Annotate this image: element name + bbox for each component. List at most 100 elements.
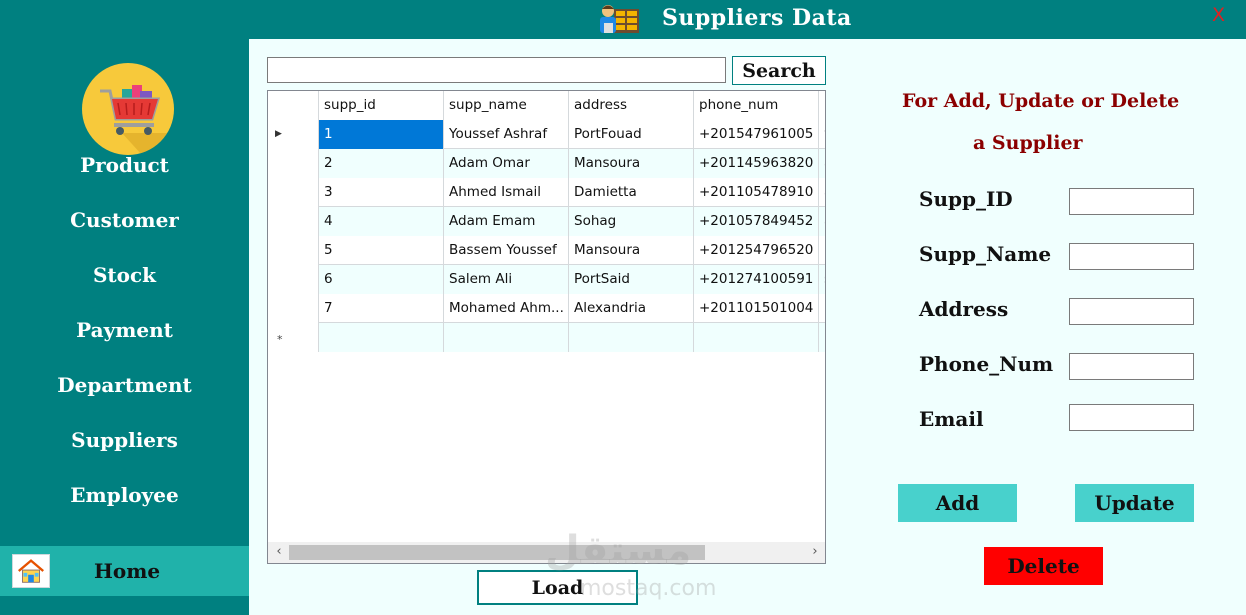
new-row-cell[interactable] — [819, 323, 825, 352]
watermark-arabic: مستقل — [545, 528, 692, 574]
supplier-icon — [600, 5, 639, 33]
grid-header-row: supp_id supp_name address phone_num — [268, 91, 825, 120]
supp-name-field[interactable] — [1069, 243, 1194, 270]
table-cell-phone-num[interactable]: +201547961005 — [694, 120, 819, 149]
table-cell-address[interactable]: Mansoura — [569, 149, 694, 178]
table-cell-supp-name[interactable]: Bassem Youssef — [444, 236, 569, 265]
add-button[interactable]: Add — [898, 484, 1017, 522]
table-cell-phone-num[interactable]: +201105478910 — [694, 178, 819, 207]
row-header[interactable] — [268, 149, 319, 178]
search-input[interactable] — [267, 57, 726, 83]
new-row-cell[interactable] — [694, 323, 819, 352]
row-header[interactable]: ▶ — [268, 120, 319, 149]
form-title-line2: a Supplier — [973, 132, 1083, 154]
table-cell-email-clip[interactable]: m — [819, 294, 825, 323]
new-row-cell[interactable] — [319, 323, 444, 352]
table-cell-supp-id[interactable]: 6 — [319, 265, 444, 294]
table-cell-phone-num[interactable]: +201274100591 — [694, 265, 819, 294]
table-cell-supp-id[interactable]: 5 — [319, 236, 444, 265]
table-cell-phone-num[interactable]: +201101501004 — [694, 294, 819, 323]
table-cell-email-clip[interactable]: a — [819, 178, 825, 207]
close-button[interactable]: X — [1212, 4, 1225, 26]
table-row[interactable]: 5Bassem YoussefMansoura+201254796520b — [268, 236, 825, 265]
table-cell-supp-name[interactable]: Adam Omar — [444, 149, 569, 178]
search-button[interactable]: Search — [732, 56, 826, 85]
suppliers-grid[interactable]: supp_id supp_name address phone_num ▶ 1 Yo… — [267, 90, 826, 564]
table-cell-email-clip[interactable]: a — [819, 149, 825, 178]
row-header[interactable] — [268, 178, 319, 207]
new-row-cell[interactable] — [569, 323, 694, 352]
nav-employee[interactable]: Employee — [0, 483, 249, 507]
column-header-phone-num[interactable]: phone_num — [694, 91, 819, 120]
delete-button[interactable]: Delete — [984, 547, 1103, 585]
supp-name-label: Supp_Name — [919, 242, 1052, 266]
table-cell-address[interactable]: Sohag — [569, 207, 694, 236]
update-button[interactable]: Update — [1075, 484, 1194, 522]
table-cell-phone-num[interactable]: +201145963820 — [694, 149, 819, 178]
form-title-line1: For Add, Update or Delete — [902, 90, 1180, 112]
column-header-supp-name[interactable]: supp_name — [444, 91, 569, 120]
table-cell-supp-id[interactable]: 3 — [319, 178, 444, 207]
table-cell-email-clip[interactable]: s — [819, 265, 825, 294]
table-cell-supp-id[interactable]: 7 — [319, 294, 444, 323]
table-row[interactable]: 2Adam OmarMansoura+201145963820a — [268, 149, 825, 178]
new-row-marker[interactable]: * — [268, 323, 319, 352]
nav-payment[interactable]: Payment — [0, 318, 249, 342]
table-cell-email-clip[interactable]: y — [819, 120, 825, 149]
supp-id-field[interactable] — [1069, 188, 1194, 215]
window-title: Suppliers Data — [662, 5, 852, 31]
table-row[interactable]: 4Adam EmamSohag+201057849452a — [268, 207, 825, 236]
new-row[interactable]: * — [268, 323, 825, 352]
cart-logo-icon — [82, 63, 174, 155]
row-header[interactable] — [268, 294, 319, 323]
table-row[interactable]: 3Ahmed IsmailDamietta+201105478910a — [268, 178, 825, 207]
row-header[interactable] — [268, 265, 319, 294]
table-cell-supp-id[interactable]: 1 — [319, 120, 444, 149]
column-header-address[interactable]: address — [569, 91, 694, 120]
table-cell-phone-num[interactable]: +201057849452 — [694, 207, 819, 236]
supp-id-label: Supp_ID — [919, 187, 1013, 211]
row-header[interactable] — [268, 236, 319, 265]
row-header[interactable] — [268, 207, 319, 236]
nav-product[interactable]: Product — [0, 153, 249, 177]
nav-customer[interactable]: Customer — [0, 208, 249, 232]
table-row[interactable]: 6Salem AliPortSaid+201274100591s — [268, 265, 825, 294]
nav-stock[interactable]: Stock — [0, 263, 249, 287]
table-cell-supp-name[interactable]: Youssef Ashraf — [444, 120, 569, 149]
row-header-corner — [268, 91, 319, 120]
table-cell-supp-id[interactable]: 4 — [319, 207, 444, 236]
email-field[interactable] — [1069, 404, 1194, 431]
table-cell-address[interactable]: PortFouad — [569, 120, 694, 149]
column-header-supp-id[interactable]: supp_id — [319, 91, 444, 120]
scroll-right-icon[interactable]: › — [806, 544, 824, 559]
table-cell-address[interactable]: Mansoura — [569, 236, 694, 265]
table-cell-address[interactable]: PortSaid — [569, 265, 694, 294]
table-cell-supp-id[interactable]: 2 — [319, 149, 444, 178]
column-header-clipped[interactable] — [819, 91, 825, 120]
table-cell-email-clip[interactable]: a — [819, 207, 825, 236]
scroll-left-icon[interactable]: ‹ — [270, 544, 288, 559]
table-row[interactable]: 7Mohamed Ahm...Alexandria+201101501004m — [268, 294, 825, 323]
title-bar: Suppliers Data X — [0, 0, 1246, 39]
table-cell-email-clip[interactable]: b — [819, 236, 825, 265]
email-label: Email — [919, 407, 984, 431]
table-row[interactable]: ▶1Youssef AshrafPortFouad+201547961005y — [268, 120, 825, 149]
new-row-cell[interactable] — [444, 323, 569, 352]
home-icon — [12, 554, 50, 588]
table-cell-supp-name[interactable]: Ahmed Ismail — [444, 178, 569, 207]
table-cell-supp-name[interactable]: Salem Ali — [444, 265, 569, 294]
table-cell-phone-num[interactable]: +201254796520 — [694, 236, 819, 265]
table-cell-address[interactable]: Damietta — [569, 178, 694, 207]
address-label: Address — [919, 297, 1009, 321]
table-cell-supp-name[interactable]: Mohamed Ahm... — [444, 294, 569, 323]
nav-suppliers[interactable]: Suppliers — [0, 428, 249, 452]
phone-num-field[interactable] — [1069, 353, 1194, 380]
sidebar: Product Customer Stock Payment Departmen… — [0, 39, 249, 615]
table-cell-address[interactable]: Alexandria — [569, 294, 694, 323]
nav-department[interactable]: Department — [0, 373, 249, 397]
table-cell-supp-name[interactable]: Adam Emam — [444, 207, 569, 236]
watermark-latin: mostaq.com — [580, 576, 717, 601]
address-field[interactable] — [1069, 298, 1194, 325]
home-label[interactable]: Home — [94, 559, 160, 583]
phone-num-label: Phone_Num — [919, 352, 1054, 376]
